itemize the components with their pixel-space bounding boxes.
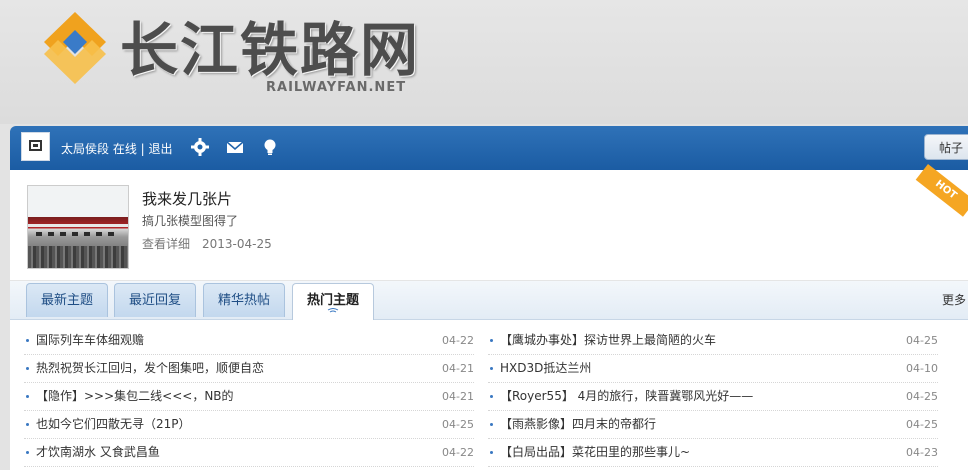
logo-mark-icon[interactable]	[40, 8, 110, 88]
featured-post: 我来发几张片 搞几张模型图得了 查看详细 2013-04-25 HOT	[10, 164, 968, 281]
list-item[interactable]: 才饮南湖水 又食武昌鱼 04-22	[24, 439, 474, 467]
topic-title[interactable]: 【Royer55】 4月的旅行，陕晋冀鄂风光好——	[500, 383, 753, 410]
list-item[interactable]: 【隐作】>>>集包二线<<<，NB的 04-21	[24, 383, 474, 411]
list-item[interactable]: 【白局出品】菜花田里的那些事儿~ 04-23	[488, 439, 938, 467]
user-toolbar: 太局侯段 在线 | 退出 帖子	[10, 126, 968, 170]
tab-recent-replies[interactable]: 最近回复	[114, 283, 197, 317]
featured-subtitle: 搞几张模型图得了	[142, 214, 239, 228]
bullet-icon	[26, 339, 29, 342]
hot-ribbon: HOT	[915, 164, 968, 217]
search-type-tab[interactable]: 帖子	[924, 134, 968, 160]
tab-digest-posts[interactable]: 精华热帖	[203, 283, 286, 317]
bullet-icon	[26, 395, 29, 398]
featured-title[interactable]: 我来发几张片	[142, 188, 232, 209]
list-item[interactable]: 国际列车车体细观赡 04-22	[24, 327, 474, 355]
site-logo-domain: RAILWAYFAN.NET	[266, 80, 407, 95]
bullet-icon	[26, 451, 29, 454]
featured-meta: 查看详细 2013-04-25	[142, 235, 272, 252]
signal-icon	[327, 308, 339, 313]
topic-date: 04-10	[906, 362, 938, 375]
mail-icon[interactable]	[225, 137, 245, 157]
view-detail-link[interactable]: 查看详细	[142, 237, 190, 251]
tab-hot-topics-label: 热门主题	[307, 293, 360, 308]
list-item[interactable]: 【Royer55】 4月的旅行，陕晋冀鄂风光好—— 04-25	[488, 383, 938, 411]
bullet-icon	[490, 423, 493, 426]
bullet-icon	[490, 367, 493, 370]
avatar[interactable]	[21, 132, 50, 161]
user-status-links[interactable]: 太局侯段 在线 | 退出	[61, 140, 173, 157]
list-item[interactable]: 热烈祝贺长江回归，发个图集吧，顺便自恋 04-21	[24, 355, 474, 383]
topic-title[interactable]: HXD3D抵达兰州	[500, 355, 591, 382]
topic-date: 04-25	[906, 334, 938, 347]
topic-list-right: 【鹰城办事处】探访世界上最简陋的火车 04-25 HXD3D抵达兰州 04-10 【…	[488, 327, 938, 467]
topic-title[interactable]: 【雨燕影像】四月末的帝都行	[500, 411, 656, 438]
main-panel: 我来发几张片 搞几张模型图得了 查看详细 2013-04-25 HOT 最新主题 …	[10, 164, 968, 470]
site-logo-name[interactable]: 长江铁路网	[120, 18, 420, 82]
topic-date: 04-21	[442, 390, 474, 403]
topic-date: 04-21	[442, 362, 474, 375]
list-item[interactable]: 也如今它们四散无寻（21P） 04-25	[24, 411, 474, 439]
featured-thumbnail[interactable]	[27, 185, 129, 269]
topic-date: 04-25	[906, 390, 938, 403]
site-header: 长江铁路网 RAILWAYFAN.NET	[0, 0, 968, 124]
list-item[interactable]: 【鹰城办事处】探访世界上最简陋的火车 04-25	[488, 327, 938, 355]
bullet-icon	[490, 339, 493, 342]
bullet-icon	[490, 395, 493, 398]
bullet-icon	[26, 367, 29, 370]
gear-icon[interactable]	[190, 137, 210, 157]
topic-date: 04-25	[906, 418, 938, 431]
topic-date: 04-22	[442, 334, 474, 347]
topic-title[interactable]: 国际列车车体细观赡	[36, 327, 144, 354]
topic-title[interactable]: 也如今它们四散无寻（21P）	[36, 411, 191, 438]
more-link[interactable]: 更多	[942, 291, 966, 308]
topic-title[interactable]: 【隐作】>>>集包二线<<<，NB的	[36, 383, 234, 410]
topic-date: 04-25	[442, 418, 474, 431]
topic-title[interactable]: 【鹰城办事处】探访世界上最简陋的火车	[500, 327, 716, 354]
topic-tabs: 最新主题 最近回复 精华热帖 热门主题 更多	[10, 281, 968, 320]
bullet-icon	[490, 451, 493, 454]
list-item[interactable]: 【雨燕影像】四月末的帝都行 04-25	[488, 411, 938, 439]
topic-title[interactable]: 热烈祝贺长江回归，发个图集吧，顺便自恋	[36, 355, 264, 382]
topic-list-left: 国际列车车体细观赡 04-22 热烈祝贺长江回归，发个图集吧，顺便自恋 04-21 …	[24, 327, 474, 467]
list-item[interactable]: HXD3D抵达兰州 04-10	[488, 355, 938, 383]
tab-hot-topics[interactable]: 热门主题	[292, 283, 375, 320]
tab-latest-topics[interactable]: 最新主题	[26, 283, 109, 317]
lightbulb-icon[interactable]	[260, 137, 280, 157]
featured-date: 2013-04-25	[202, 237, 272, 251]
bullet-icon	[26, 423, 29, 426]
